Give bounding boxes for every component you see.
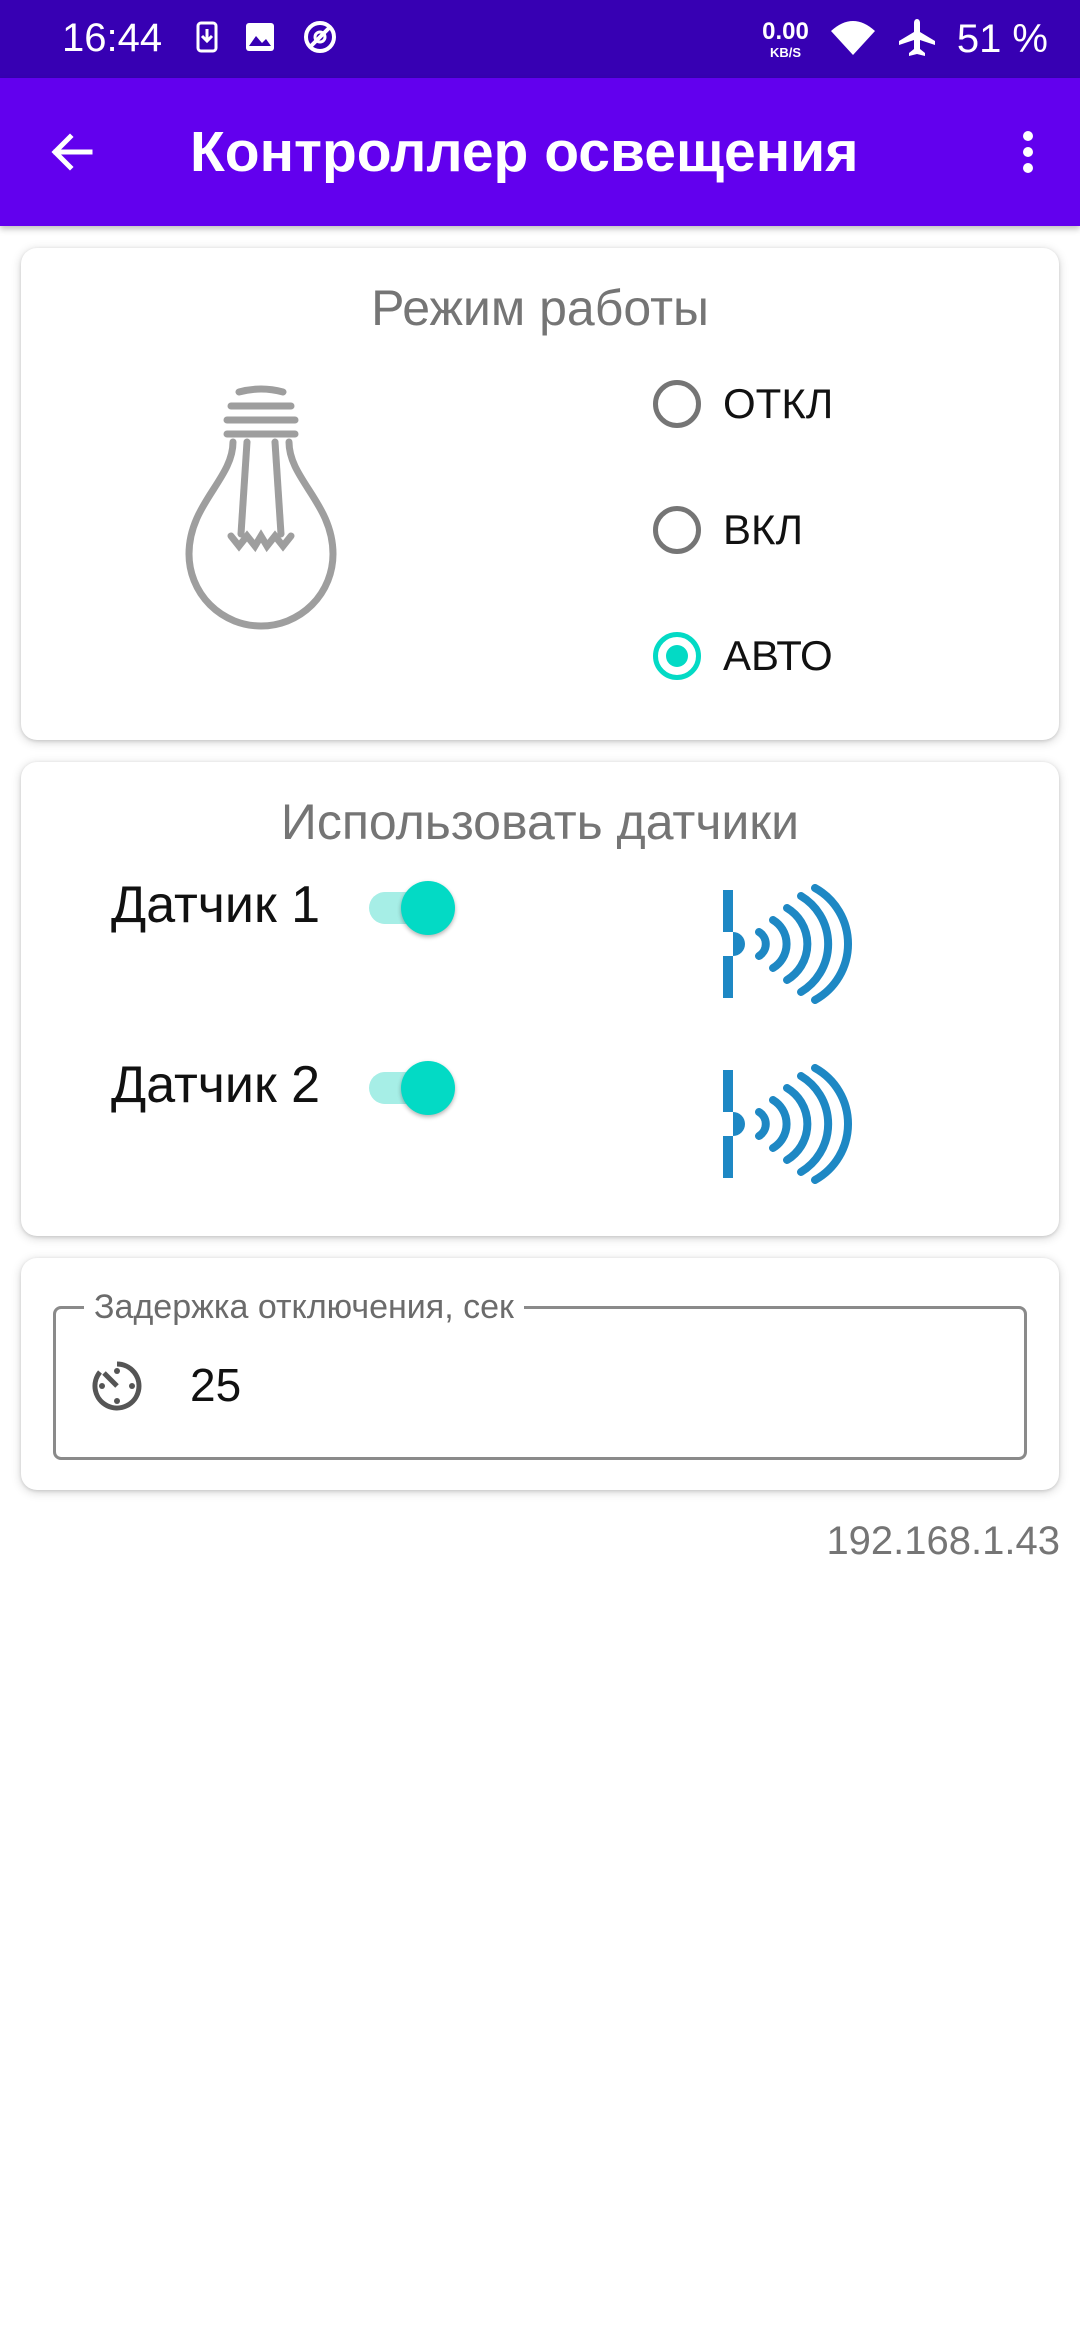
battery-level: 51 % [956,16,1048,61]
status-time: 16:44 [62,16,163,60]
status-notification-icons [196,18,338,60]
mode-option-label: АВТО [723,632,833,679]
image-icon [244,21,276,58]
timer-icon [92,1361,142,1411]
status-bar: 16:44 0.00 KB/S 51 % [0,0,1080,78]
mode-option-on[interactable]: ВКЛ [653,494,803,566]
radio-button[interactable] [653,380,701,428]
status-system-icons: 0.00 KB/S 51 % [762,12,1048,66]
app-bar: Контроллер освещения [0,78,1080,226]
delay-input[interactable] [190,1355,990,1415]
sensor-2-label: Датчик 2 [111,1056,321,1114]
page-title: Контроллер освещения [190,120,859,184]
lightbulb-icon [185,385,337,630]
mode-option-auto[interactable]: АВТО [653,620,833,692]
more-vert-icon [1023,131,1033,173]
mode-option-label: ОТКЛ [723,380,834,427]
radio-button[interactable] [653,506,701,554]
sensor-signal-icon [723,1064,852,1184]
sensor-2-switch[interactable] [365,1054,455,1118]
sensor-1-switch[interactable] [365,874,455,938]
mode-option-label: ВКЛ [723,506,804,553]
sensors-card-title: Использовать датчики [280,794,800,850]
ip-address: 192.168.1.43 [826,1519,1060,1563]
download-icon [196,21,218,58]
more-options-button[interactable] [996,120,1060,184]
delay-field-label: Задержка отключения, сек [84,1285,524,1329]
radio-button-checked[interactable] [653,632,701,680]
delay-field[interactable]: Задержка отключения, сек [53,1285,1027,1460]
data-saver-icon [302,19,338,60]
mode-card: Режим работы ОТКЛ ВКЛ АВТО [21,248,1059,740]
mode-option-off[interactable]: ОТКЛ [653,368,833,440]
network-speed-value: 0.00 [762,17,809,45]
wifi-icon [829,19,877,60]
arrow-back-icon [51,133,93,171]
switch-thumb [401,1061,455,1115]
back-button[interactable] [40,120,104,184]
delay-card: Задержка отключения, сек [21,1258,1059,1490]
switch-thumb [401,881,455,935]
sensor-1-label: Датчик 1 [111,876,321,934]
sensors-card: Использовать датчики Датчик 1 Датчик 2 [21,762,1059,1236]
sensor-signal-icon [723,884,852,1004]
mode-card-title: Режим работы [371,280,709,336]
network-speed: 0.00 KB/S [762,17,809,60]
airplane-icon [897,17,937,62]
network-speed-unit: KB/S [769,44,801,60]
